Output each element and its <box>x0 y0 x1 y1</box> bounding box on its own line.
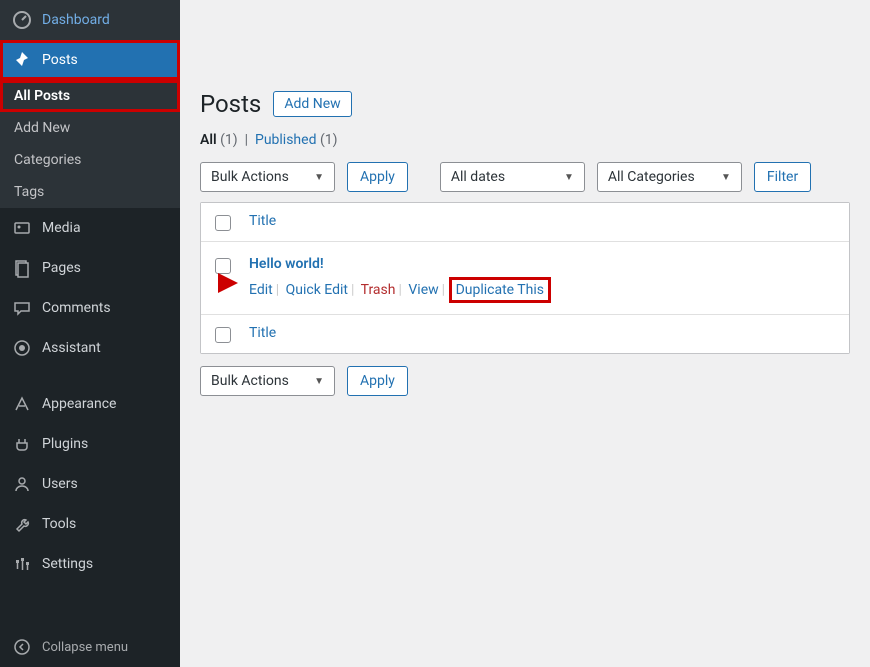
filter-published-count: (1) <box>320 132 338 148</box>
assistant-icon <box>12 338 32 358</box>
filter-links: All (1) | Published (1) <box>200 132 850 148</box>
dashboard-icon <box>12 10 32 30</box>
column-title-bottom[interactable]: Title <box>249 325 276 341</box>
collapse-menu[interactable]: Collapse menu <box>0 627 180 667</box>
posts-table: Title Hello world! Edit| Quick Edit| Tra… <box>200 202 850 354</box>
categories-select[interactable]: All Categories ▼ <box>597 162 742 192</box>
select-all-checkbox-bottom[interactable] <box>215 327 231 343</box>
sidebar-label: Posts <box>42 52 78 68</box>
admin-sidebar: Dashboard Posts All Posts Add New Catego… <box>0 0 180 667</box>
duplicate-link[interactable]: Duplicate This <box>456 282 544 298</box>
sidebar-item-tools[interactable]: Tools <box>0 504 180 544</box>
quick-edit-link[interactable]: Quick Edit <box>286 282 348 298</box>
filter-all[interactable]: All <box>200 132 217 148</box>
sidebar-label: Dashboard <box>42 12 110 28</box>
view-link[interactable]: View <box>408 282 438 298</box>
edit-link[interactable]: Edit <box>249 282 273 298</box>
sidebar-item-comments[interactable]: Comments <box>0 288 180 328</box>
table-header: Title <box>201 203 849 242</box>
sidebar-item-dashboard[interactable]: Dashboard <box>0 0 180 40</box>
row-actions: Edit| Quick Edit| Trash| View| Duplicate… <box>249 280 548 300</box>
chevron-down-icon: ▼ <box>314 172 324 183</box>
submenu-categories[interactable]: Categories <box>0 144 180 176</box>
sidebar-label: Pages <box>42 260 81 276</box>
bulk-actions-select-bottom[interactable]: Bulk Actions ▼ <box>200 366 335 396</box>
filter-all-count: (1) <box>220 132 238 148</box>
tablenav-bottom: Bulk Actions ▼ Apply <box>200 366 850 396</box>
sidebar-item-appearance[interactable]: Appearance <box>0 384 180 424</box>
sidebar-item-users[interactable]: Users <box>0 464 180 504</box>
bulk-actions-select[interactable]: Bulk Actions ▼ <box>200 162 335 192</box>
apply-button[interactable]: Apply <box>347 162 408 192</box>
appearance-icon <box>12 394 32 414</box>
page-header: Posts Add New <box>200 90 850 118</box>
comments-icon <box>12 298 32 318</box>
sidebar-label: Appearance <box>42 396 116 412</box>
sidebar-label: Comments <box>42 300 111 316</box>
settings-icon <box>12 554 32 574</box>
sidebar-label: Plugins <box>42 436 88 452</box>
sidebar-item-plugins[interactable]: Plugins <box>0 424 180 464</box>
submenu-tags[interactable]: Tags <box>0 176 180 208</box>
collapse-icon <box>12 637 32 657</box>
sidebar-label: Media <box>42 220 81 236</box>
sidebar-label: Assistant <box>42 340 101 356</box>
page-title: Posts <box>200 90 261 118</box>
trash-link[interactable]: Trash <box>361 282 396 298</box>
chevron-down-icon: ▼ <box>314 376 324 387</box>
sidebar-item-posts[interactable]: Posts <box>0 40 180 80</box>
sidebar-item-pages[interactable]: Pages <box>0 248 180 288</box>
post-title-link[interactable]: Hello world! <box>249 256 548 272</box>
select-all-checkbox[interactable] <box>215 215 231 231</box>
sidebar-label: Tools <box>42 516 76 532</box>
sidebar-label: Users <box>42 476 78 492</box>
chevron-down-icon: ▼ <box>564 172 574 183</box>
media-icon <box>12 218 32 238</box>
users-icon <box>12 474 32 494</box>
posts-submenu: All Posts Add New Categories Tags <box>0 80 180 208</box>
dates-select[interactable]: All dates ▼ <box>440 162 585 192</box>
main-content: Posts Add New All (1) | Published (1) Bu… <box>180 0 870 667</box>
table-row: Hello world! Edit| Quick Edit| Trash| Vi… <box>201 242 849 315</box>
filter-button[interactable]: Filter <box>754 162 811 192</box>
post-cell: Hello world! Edit| Quick Edit| Trash| Vi… <box>249 256 548 300</box>
tablenav-top: Bulk Actions ▼ Apply All dates ▼ All Cat… <box>200 162 850 192</box>
submenu-all-posts[interactable]: All Posts <box>0 80 180 112</box>
sidebar-item-settings[interactable]: Settings <box>0 544 180 584</box>
sidebar-item-assistant[interactable]: Assistant <box>0 328 180 368</box>
column-title[interactable]: Title <box>249 213 276 229</box>
pages-icon <box>12 258 32 278</box>
filter-published[interactable]: Published <box>255 132 316 148</box>
apply-button-bottom[interactable]: Apply <box>347 366 408 396</box>
add-new-button[interactable]: Add New <box>273 91 351 117</box>
arrow-icon <box>183 268 238 298</box>
sidebar-label: Settings <box>42 556 93 572</box>
sidebar-item-media[interactable]: Media <box>0 208 180 248</box>
table-footer: Title <box>201 315 849 353</box>
pin-icon <box>12 50 32 70</box>
collapse-label: Collapse menu <box>42 640 128 655</box>
submenu-add-new[interactable]: Add New <box>0 112 180 144</box>
tools-icon <box>12 514 32 534</box>
chevron-down-icon: ▼ <box>721 172 731 183</box>
plugins-icon <box>12 434 32 454</box>
